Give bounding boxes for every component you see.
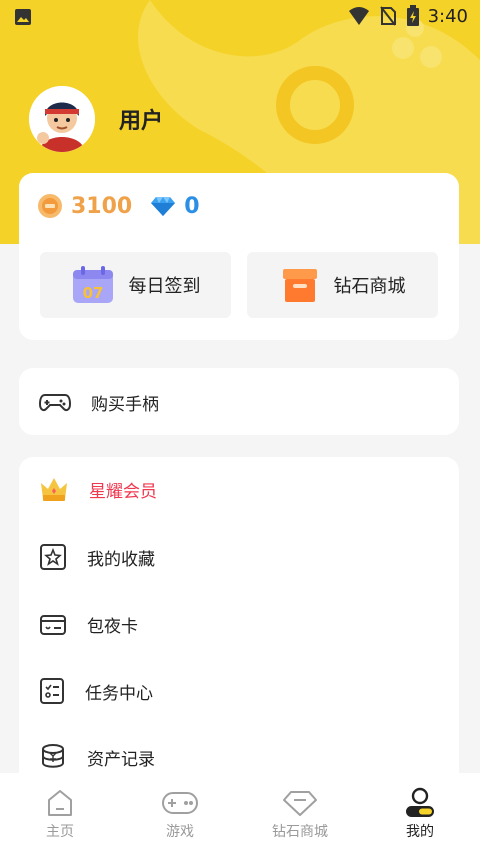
- tab-label: 钻石商城: [272, 824, 328, 840]
- card-icon: [40, 614, 66, 635]
- diamond-store-label: 钻石商城: [333, 276, 406, 297]
- home-icon: [48, 790, 72, 816]
- buy-controller-card[interactable]: 购买手柄: [19, 368, 459, 435]
- menu-item-task-center[interactable]: 任务中心: [39, 677, 153, 705]
- coin-balance: 3100: [71, 193, 133, 219]
- menu-item-label: 包夜卡: [87, 617, 138, 637]
- tab-home[interactable]: 主页: [0, 773, 120, 853]
- status-time: 3:40: [427, 6, 468, 27]
- profile-icon: [406, 787, 434, 817]
- menu-item-label: 星耀会员: [89, 481, 157, 502]
- avatar-image: [29, 86, 95, 152]
- buy-controller-row[interactable]: 购买手柄: [39, 390, 159, 415]
- status-bar: 3:40: [0, 0, 480, 34]
- menu-item-vip[interactable]: 星耀会员: [39, 475, 157, 503]
- store-box-icon: [282, 269, 317, 302]
- diamond-balance-group: 0: [150, 193, 200, 219]
- menu-item-asset-records[interactable]: 资产记录: [39, 743, 155, 771]
- daily-checkin-button[interactable]: 07 每日签到: [40, 252, 231, 318]
- profile-section[interactable]: 用户: [29, 86, 163, 152]
- star-icon: [40, 544, 66, 570]
- tab-label: 我的: [406, 824, 434, 840]
- crown-icon: [41, 478, 67, 501]
- gamepad-icon: [162, 792, 198, 814]
- menu-item-favorites[interactable]: 我的收藏: [39, 543, 155, 571]
- balance-row: 3100 0: [37, 193, 200, 219]
- no-sim-icon: [380, 6, 396, 26]
- wallet-card: 3100 0 07 每日签到 钻石商城: [19, 173, 459, 340]
- avatar[interactable]: [29, 86, 95, 152]
- calendar-icon: 07: [72, 266, 113, 303]
- coin-icon: [38, 194, 62, 218]
- gamepad-icon: [39, 393, 71, 411]
- tab-label: 游戏: [166, 824, 194, 840]
- bottom-tab-bar: 主页 游戏 钻石商城 我的: [0, 773, 480, 853]
- wifi-icon: [349, 7, 369, 25]
- battery-charging-icon: [407, 5, 419, 26]
- menu-item-night-card[interactable]: 包夜卡: [39, 612, 138, 637]
- calendar-day-text: 07: [82, 284, 103, 302]
- menu-item-label: 任务中心: [85, 683, 153, 704]
- task-list-icon: [40, 678, 64, 704]
- username: 用户: [119, 109, 164, 134]
- diamond-store-button[interactable]: 钻石商城: [247, 252, 438, 318]
- daily-checkin-label: 每日签到: [128, 276, 201, 297]
- buy-controller-label: 购买手柄: [91, 395, 159, 415]
- diamond-icon: [283, 791, 317, 816]
- coin-stack-icon: [42, 744, 64, 768]
- menu-item-label: 资产记录: [87, 749, 155, 770]
- tab-label: 主页: [46, 824, 74, 840]
- diamond-balance: 0: [184, 193, 200, 219]
- tab-profile[interactable]: 我的: [360, 773, 480, 853]
- tab-games[interactable]: 游戏: [120, 773, 240, 853]
- image-icon: [15, 9, 31, 25]
- diamond-icon: [151, 197, 176, 216]
- tab-diamond-store[interactable]: 钻石商城: [240, 773, 360, 853]
- menu-card: 星耀会员 我的收藏 包夜卡 任务中心 资产记录: [19, 457, 459, 787]
- menu-item-label: 我的收藏: [87, 549, 155, 570]
